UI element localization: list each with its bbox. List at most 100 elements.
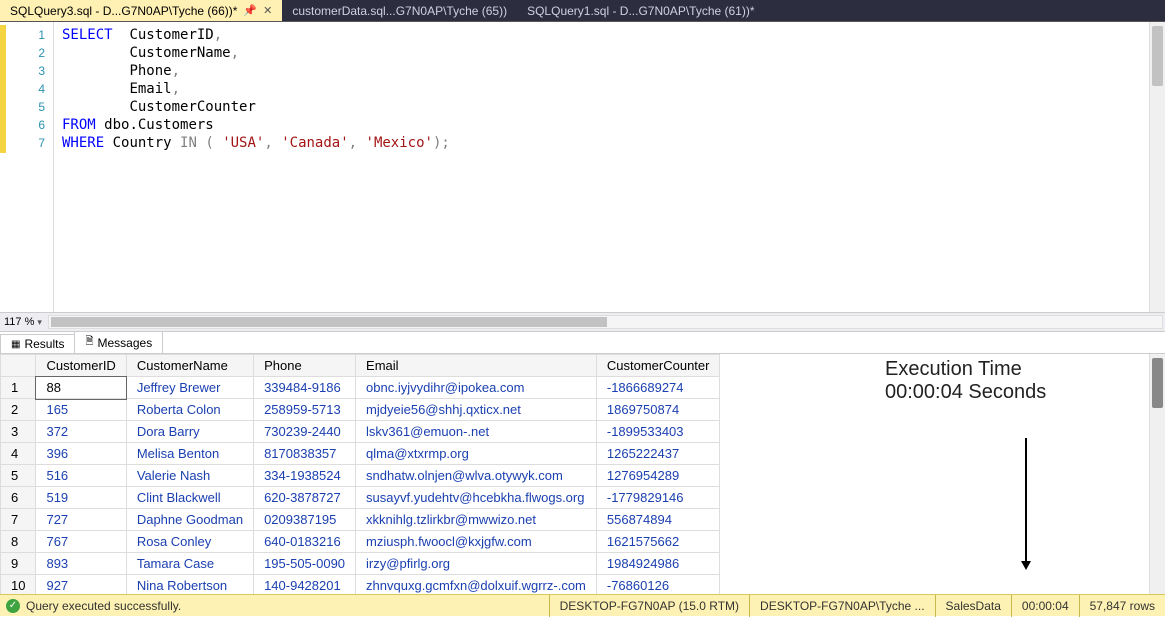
cell-customername[interactable]: Valerie Nash (126, 465, 253, 487)
cell-customerid[interactable]: 165 (36, 399, 126, 421)
cell-rownum[interactable]: 6 (1, 487, 36, 509)
editor-horizontal-scrollbar[interactable] (48, 315, 1163, 329)
cell-customername[interactable]: Melisa Benton (126, 443, 253, 465)
cell-rownum[interactable]: 2 (1, 399, 36, 421)
tab-file-1[interactable]: SQLQuery3.sql - D...G7N0AP\Tyche (66))* … (0, 0, 282, 21)
cell-customername[interactable]: Nina Robertson (126, 575, 253, 595)
cell-customername[interactable]: Roberta Colon (126, 399, 253, 421)
col-customername[interactable]: CustomerName (126, 355, 253, 377)
code-pane[interactable]: SELECT CustomerID, CustomerName, Phone, … (54, 22, 1149, 312)
table-row[interactable]: 7727Daphne Goodman0209387195xkknihlg.tzl… (1, 509, 720, 531)
cell-email[interactable]: lskv361@emuon-.net (356, 421, 597, 443)
cell-email[interactable]: qlma@xtxrmp.org (356, 443, 597, 465)
cell-customercounter[interactable]: 1276954289 (596, 465, 720, 487)
cell-rownum[interactable]: 3 (1, 421, 36, 443)
cell-email[interactable]: zhnvquxg.gcmfxn@dolxuif.wgrrz-.com (356, 575, 597, 595)
cell-email[interactable]: irzy@pfirlg.org (356, 553, 597, 575)
table-row[interactable]: 6519Clint Blackwell620-3878727susayvf.yu… (1, 487, 720, 509)
cell-customername[interactable]: Dora Barry (126, 421, 253, 443)
scrollbar-thumb[interactable] (51, 317, 608, 327)
table-row[interactable]: 2165Roberta Colon258959-5713mjdyeie56@sh… (1, 399, 720, 421)
cell-customercounter[interactable]: -1779829146 (596, 487, 720, 509)
cell-rownum[interactable]: 10 (1, 575, 36, 595)
cell-customername[interactable]: Rosa Conley (126, 531, 253, 553)
cell-phone[interactable]: 730239-2440 (254, 421, 356, 443)
cell-rownum[interactable]: 5 (1, 465, 36, 487)
cell-customerid[interactable]: 88 (36, 377, 126, 399)
cell-customercounter[interactable]: 1869750874 (596, 399, 720, 421)
cell-customername[interactable]: Jeffrey Brewer (126, 377, 253, 399)
cell-phone[interactable]: 620-3878727 (254, 487, 356, 509)
table-row[interactable]: 3372Dora Barry730239-2440lskv361@emuon-.… (1, 421, 720, 443)
cell-phone[interactable]: 334-1938524 (254, 465, 356, 487)
scrollbar-thumb[interactable] (1152, 26, 1163, 86)
tab-file-3[interactable]: SQLQuery1.sql - D...G7N0AP\Tyche (61))* (517, 0, 764, 21)
col-phone[interactable]: Phone (254, 355, 356, 377)
cell-phone[interactable]: 140-9428201 (254, 575, 356, 595)
sql-editor[interactable]: 1 2 3 4 5 6 7 SELECT CustomerID, Custome… (0, 22, 1165, 312)
table-row[interactable]: 9893Tamara Case195-505-0090irzy@pfirlg.o… (1, 553, 720, 575)
close-icon[interactable]: ✕ (263, 4, 272, 17)
cell-customercounter[interactable]: -1866689274 (596, 377, 720, 399)
cell-customerid[interactable]: 767 (36, 531, 126, 553)
cell-customercounter[interactable]: 1265222437 (596, 443, 720, 465)
cell-phone[interactable]: 8170838357 (254, 443, 356, 465)
literal: 'USA' (222, 135, 264, 151)
cell-customercounter[interactable]: 556874894 (596, 509, 720, 531)
table-row[interactable]: 188Jeffrey Brewer339484-9186obnc.iyjvydi… (1, 377, 720, 399)
results-grid[interactable]: CustomerID CustomerName Phone Email Cust… (0, 354, 1149, 594)
cell-email[interactable]: mjdyeie56@shhj.qxticx.net (356, 399, 597, 421)
cell-customerid[interactable]: 516 (36, 465, 126, 487)
cell-phone[interactable]: 195-505-0090 (254, 553, 356, 575)
zoom-dropdown[interactable]: 117 % ▾ (0, 316, 46, 328)
cell-email[interactable]: mziusph.fwoocl@kxjgfw.com (356, 531, 597, 553)
table-row[interactable]: 8767Rosa Conley640-0183216mziusph.fwoocl… (1, 531, 720, 553)
col-rownum[interactable] (1, 355, 36, 377)
cell-customercounter[interactable]: 1984924986 (596, 553, 720, 575)
status-exec-time: 00:00:04 (1011, 595, 1079, 617)
results-vertical-scrollbar[interactable] (1149, 354, 1165, 594)
cell-phone[interactable]: 339484-9186 (254, 377, 356, 399)
cell-customercounter[interactable]: -76860126 (596, 575, 720, 595)
results-pane: CustomerID CustomerName Phone Email Cust… (0, 354, 1165, 594)
cell-phone[interactable]: 258959-5713 (254, 399, 356, 421)
cell-rownum[interactable]: 4 (1, 443, 36, 465)
cell-email[interactable]: susayvf.yudehtv@hcebkha.flwogs.org (356, 487, 597, 509)
tab-label: SQLQuery1.sql - D...G7N0AP\Tyche (61))* (527, 4, 754, 18)
results-table[interactable]: CustomerID CustomerName Phone Email Cust… (0, 354, 720, 594)
cell-customerid[interactable]: 519 (36, 487, 126, 509)
tab-label: SQLQuery3.sql - D...G7N0AP\Tyche (66))* (10, 4, 237, 18)
cell-email[interactable]: xkknihlg.tzlirkbr@mwwizo.net (356, 509, 597, 531)
editor-vertical-scrollbar[interactable] (1149, 22, 1165, 312)
kw-select: SELECT (62, 27, 113, 43)
cell-rownum[interactable]: 9 (1, 553, 36, 575)
cell-rownum[interactable]: 7 (1, 509, 36, 531)
col-customercounter[interactable]: CustomerCounter (596, 355, 720, 377)
cell-customername[interactable]: Tamara Case (126, 553, 253, 575)
cell-customerid[interactable]: 727 (36, 509, 126, 531)
cell-customerid[interactable]: 893 (36, 553, 126, 575)
tab-results[interactable]: ▦ Results (0, 334, 75, 353)
cell-customercounter[interactable]: 1621575662 (596, 531, 720, 553)
table-row[interactable]: 4396Melisa Benton8170838357qlma@xtxrmp.o… (1, 443, 720, 465)
cell-customerid[interactable]: 927 (36, 575, 126, 595)
col-customerid[interactable]: CustomerID (36, 355, 126, 377)
cell-rownum[interactable]: 8 (1, 531, 36, 553)
cell-rownum[interactable]: 1 (1, 377, 36, 399)
cell-customername[interactable]: Daphne Goodman (126, 509, 253, 531)
tab-messages[interactable]: 🗎 Messages (74, 331, 163, 353)
cell-customerid[interactable]: 396 (36, 443, 126, 465)
cell-customercounter[interactable]: -1899533403 (596, 421, 720, 443)
cell-email[interactable]: sndhatw.olnjen@wlva.otywyk.com (356, 465, 597, 487)
cell-email[interactable]: obnc.iyjvydihr@ipokea.com (356, 377, 597, 399)
table-row[interactable]: 5516Valerie Nash334-1938524sndhatw.olnje… (1, 465, 720, 487)
tab-file-2[interactable]: customerData.sql...G7N0AP\Tyche (65)) (282, 0, 517, 21)
col-email[interactable]: Email (356, 355, 597, 377)
cell-customername[interactable]: Clint Blackwell (126, 487, 253, 509)
table-row[interactable]: 10927Nina Robertson140-9428201zhnvquxg.g… (1, 575, 720, 595)
cell-phone[interactable]: 0209387195 (254, 509, 356, 531)
cell-customerid[interactable]: 372 (36, 421, 126, 443)
pin-icon[interactable]: 📌 (243, 4, 257, 17)
cell-phone[interactable]: 640-0183216 (254, 531, 356, 553)
scrollbar-thumb[interactable] (1152, 358, 1163, 408)
